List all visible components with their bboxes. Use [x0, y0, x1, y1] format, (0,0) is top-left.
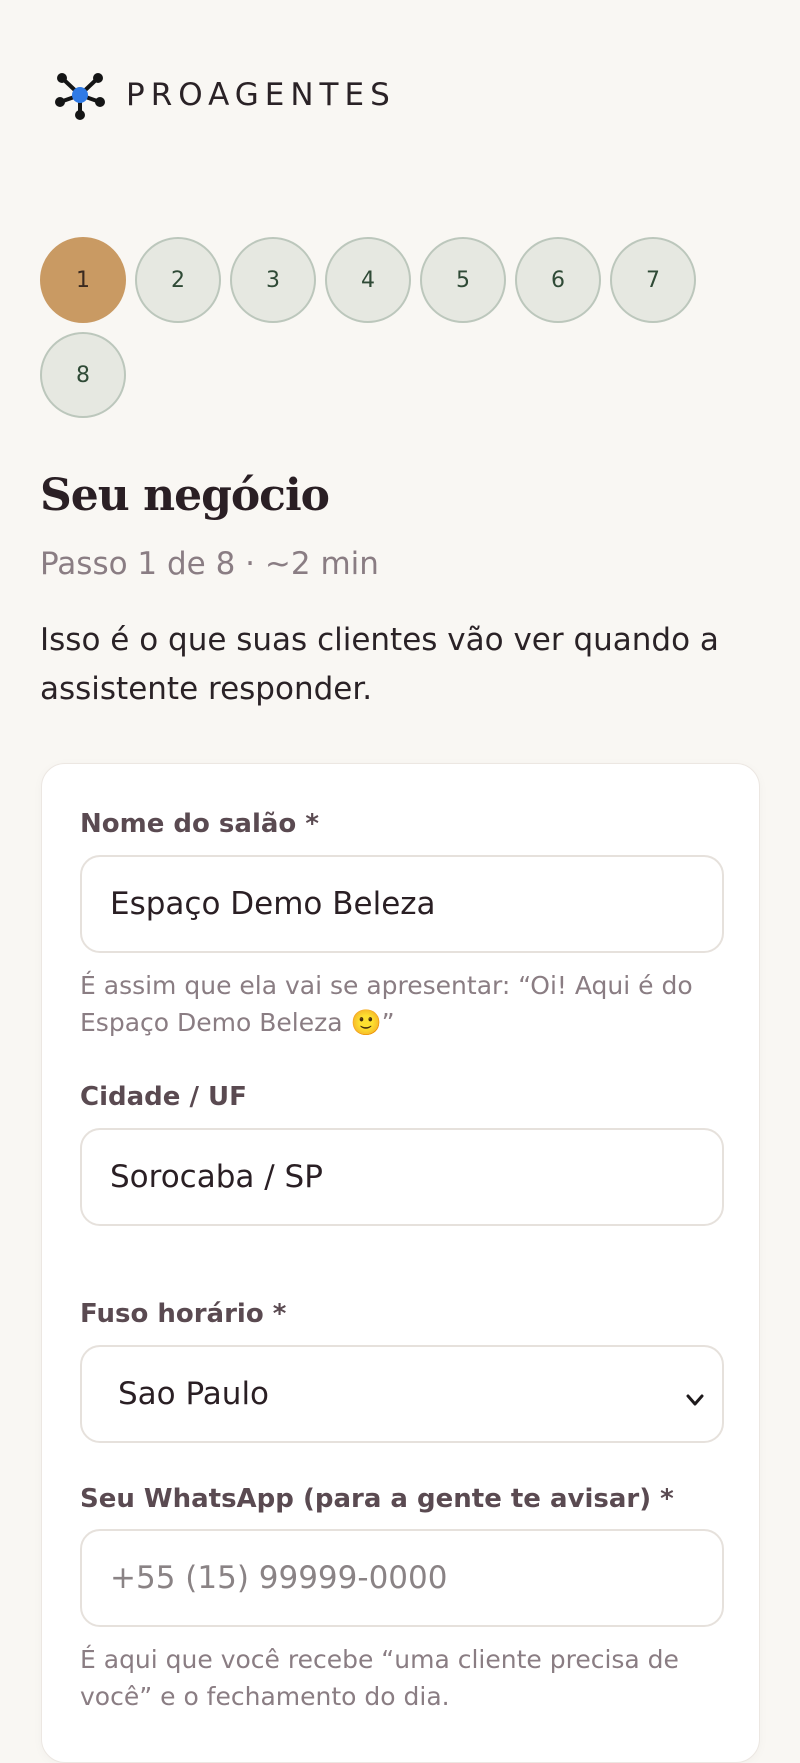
brand-name: PROAGENTES — [126, 77, 396, 113]
step-indicator: 1 2 3 4 5 6 7 8 — [40, 237, 740, 418]
chevron-down-icon — [684, 1383, 706, 1406]
step-8[interactable]: 8 — [40, 332, 126, 418]
step-2[interactable]: 2 — [135, 237, 221, 323]
step-4[interactable]: 4 — [325, 237, 411, 323]
whatsapp-input[interactable] — [80, 1529, 724, 1627]
step-6[interactable]: 6 — [515, 237, 601, 323]
form-card: Nome do salão * É assim que ela vai se a… — [41, 763, 760, 1763]
brand-header: PROAGENTES — [54, 70, 396, 120]
whatsapp-label: Seu WhatsApp (para a gente te avisar) * — [80, 1484, 674, 1514]
timezone-label: Fuso horário * — [80, 1299, 287, 1329]
network-nodes-icon — [54, 69, 106, 121]
page-title: Seu negócio — [40, 470, 330, 521]
step-3[interactable]: 3 — [230, 237, 316, 323]
timezone-select[interactable]: Sao Paulo — [80, 1345, 724, 1443]
city-input[interactable] — [80, 1128, 724, 1226]
step-subtitle: Passo 1 de 8 · ~2 min — [40, 546, 379, 582]
whatsapp-help: É aqui que você recebe “uma cliente prec… — [80, 1645, 679, 1711]
salon-name-label: Nome do salão * — [80, 809, 319, 839]
step-1[interactable]: 1 — [40, 237, 126, 323]
intro-text: Isso é o que suas clientes vão ver quand… — [40, 622, 719, 707]
city-label: Cidade / UF — [80, 1082, 247, 1112]
timezone-selected-value: Sao Paulo — [118, 1376, 270, 1412]
step-7[interactable]: 7 — [610, 237, 696, 323]
salon-name-help: É assim que ela vai se apresentar: “Oi! … — [80, 971, 693, 1037]
step-5[interactable]: 5 — [420, 237, 506, 323]
salon-name-input[interactable] — [80, 855, 724, 953]
